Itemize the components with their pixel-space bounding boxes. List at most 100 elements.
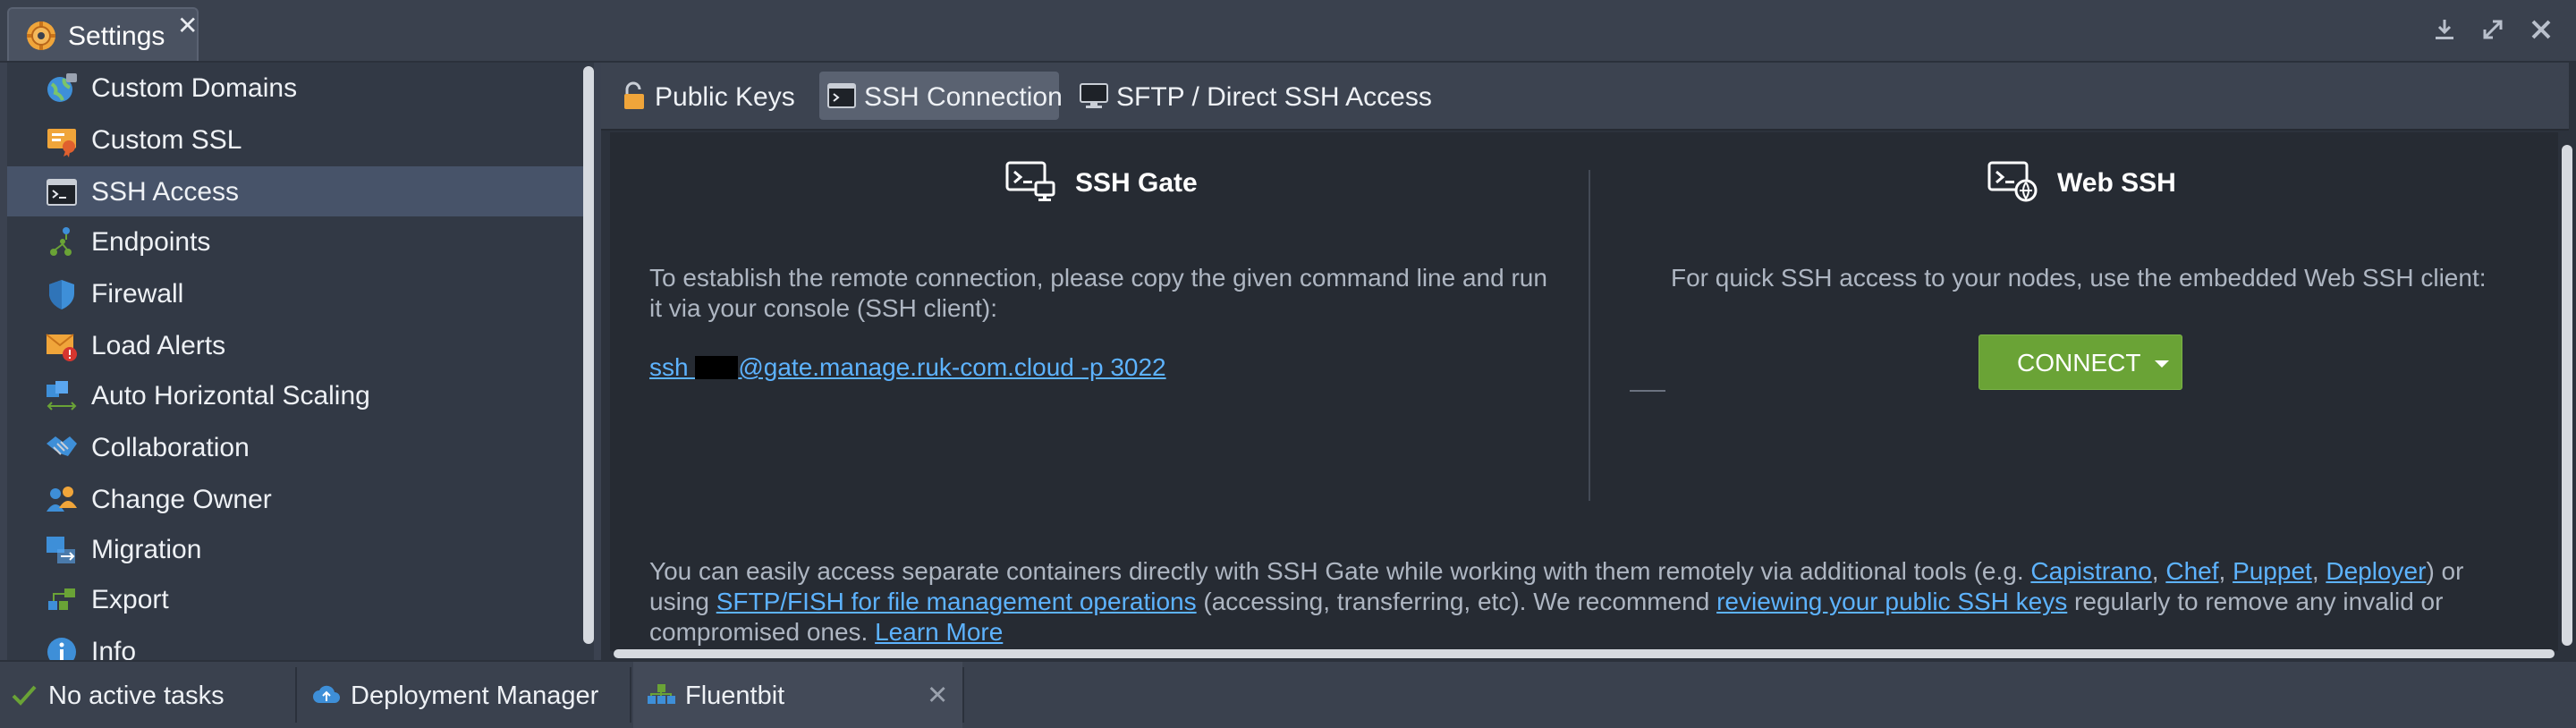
learn-more-link[interactable]: Learn More bbox=[875, 618, 1003, 646]
menu-item-custom-ssl[interactable]: Custom SSL bbox=[7, 114, 585, 165]
note-text: , bbox=[2151, 557, 2166, 585]
chevron-down-icon[interactable] bbox=[2155, 360, 2169, 368]
note-text: , bbox=[2311, 557, 2326, 585]
puppet-link[interactable]: Puppet bbox=[2233, 557, 2312, 585]
tab-label: Public Keys bbox=[655, 82, 795, 112]
capistrano-link[interactable]: Capistrano bbox=[2030, 557, 2151, 585]
menu-item-migration[interactable]: Migration bbox=[7, 524, 585, 574]
tab-ssh-connection[interactable]: SSH Connection bbox=[819, 72, 1063, 120]
terminal-icon bbox=[826, 80, 857, 111]
task-divider bbox=[630, 667, 631, 723]
menu-item-label: Change Owner bbox=[91, 485, 272, 514]
sftp-fish-link[interactable]: SFTP/FISH for file management operations bbox=[716, 588, 1197, 615]
ssh-gate-icon bbox=[1005, 159, 1055, 202]
connect-button-label: CONNECT bbox=[2017, 349, 2141, 377]
menu-item-label: Info bbox=[91, 637, 137, 660]
note-text: (accessing, transferring, etc). We recom… bbox=[1196, 588, 1717, 615]
task-divider bbox=[295, 667, 297, 723]
panel-horizontal-scrollbar[interactable] bbox=[614, 649, 2555, 658]
menu-item-info[interactable]: Info bbox=[7, 626, 585, 660]
alert-envelope-icon bbox=[45, 329, 79, 363]
connect-button[interactable]: CONNECT bbox=[1979, 334, 2182, 390]
note-text: You can easily access separate container… bbox=[649, 557, 2031, 585]
cloud-upload-icon bbox=[311, 680, 342, 710]
lock-icon bbox=[619, 80, 649, 111]
redacted-username bbox=[695, 356, 739, 379]
settings-window-tab[interactable]: Settings ✕ bbox=[7, 7, 199, 61]
environment-tab-label: Fluentbit bbox=[685, 681, 785, 710]
sidebar-scrollbar[interactable] bbox=[583, 66, 594, 644]
export-icon bbox=[45, 583, 79, 617]
tab-label: SFTP / Direct SSH Access bbox=[1116, 82, 1432, 112]
deployment-manager-button[interactable]: Deployment Manager bbox=[299, 662, 630, 728]
expand-icon[interactable] bbox=[2478, 14, 2508, 45]
close-icon[interactable]: ✕ bbox=[927, 680, 948, 711]
menu-item-label: Endpoints bbox=[91, 227, 211, 257]
web-ssh-description: For quick SSH access to your nodes, use … bbox=[1671, 264, 2487, 292]
menu-item-label: Export bbox=[91, 585, 169, 614]
menu-item-load-alerts[interactable]: Load Alerts bbox=[7, 320, 585, 370]
task-divider bbox=[962, 667, 964, 723]
close-window-icon[interactable] bbox=[2526, 14, 2556, 45]
ssh-gate-note: You can easily access separate container… bbox=[649, 556, 2519, 648]
download-icon[interactable] bbox=[2429, 14, 2460, 45]
menu-item-collaboration[interactable]: Collaboration bbox=[7, 422, 585, 472]
migration-icon bbox=[45, 533, 79, 567]
menu-item-label: Custom SSL bbox=[91, 125, 242, 155]
ssh-command-link[interactable]: ssh @gate.manage.ruk-com.cloud -p 3022 bbox=[649, 353, 1166, 381]
users-icon bbox=[45, 483, 79, 517]
deployer-link[interactable]: Deployer bbox=[2326, 557, 2426, 585]
task-bar: No active tasks Deployment Manager Fluen… bbox=[0, 660, 2576, 728]
chef-link[interactable]: Chef bbox=[2165, 557, 2218, 585]
checkmark-icon bbox=[9, 680, 39, 710]
window-title-bar: Settings ✕ bbox=[0, 0, 2576, 63]
tab-public-keys[interactable]: Public Keys bbox=[610, 72, 805, 120]
menu-item-label: Collaboration bbox=[91, 433, 250, 462]
shield-icon bbox=[45, 277, 79, 311]
handshake-icon bbox=[45, 431, 79, 465]
menu-item-custom-domains[interactable]: Custom Domains bbox=[7, 63, 585, 113]
tab-label: SSH Connection bbox=[864, 82, 1063, 112]
menu-item-ssh-access[interactable]: SSH Access bbox=[7, 166, 585, 216]
menu-item-firewall[interactable]: Firewall bbox=[7, 268, 585, 318]
deployment-manager-label: Deployment Manager bbox=[351, 681, 599, 710]
note-text: , bbox=[2218, 557, 2233, 585]
panel-vertical-scrollbar[interactable] bbox=[2562, 145, 2572, 646]
tab-sftp-direct-ssh-access[interactable]: SFTP / Direct SSH Access bbox=[1072, 72, 1447, 120]
settings-tab-title: Settings bbox=[68, 21, 165, 51]
section-divider bbox=[1589, 170, 1590, 501]
menu-item-label: Migration bbox=[91, 535, 202, 564]
ssh-command-host: @gate.manage.ruk-com.cloud -p 3022 bbox=[738, 353, 1166, 381]
menu-item-label: Firewall bbox=[91, 279, 184, 309]
globe-icon bbox=[45, 72, 79, 106]
menu-item-label: SSH Access bbox=[91, 177, 240, 207]
terminal-icon bbox=[45, 175, 79, 209]
ssh-command-prefix: ssh bbox=[649, 353, 696, 381]
review-ssh-keys-link[interactable]: reviewing your public SSH keys bbox=[1716, 588, 2067, 615]
ssh-gate-title: SSH Gate bbox=[1075, 168, 1198, 198]
menu-item-export[interactable]: Export bbox=[7, 574, 585, 624]
scaling-icon bbox=[45, 379, 79, 413]
menu-item-endpoints[interactable]: Endpoints bbox=[7, 216, 585, 267]
settings-gear-icon bbox=[25, 20, 57, 52]
menu-item-change-owner[interactable]: Change Owner bbox=[7, 474, 585, 524]
menu-item-label: Load Alerts bbox=[91, 331, 226, 360]
task-status-label: No active tasks bbox=[48, 681, 225, 710]
environment-icon bbox=[646, 680, 676, 710]
node-selector-line bbox=[1630, 390, 1665, 392]
menu-item-auto-horizontal-scaling[interactable]: Auto Horizontal Scaling bbox=[7, 370, 585, 420]
close-icon[interactable]: ✕ bbox=[177, 11, 198, 40]
environment-tab-fluentbit[interactable]: Fluentbit ✕ bbox=[633, 662, 962, 728]
tab-bar: Public Keys SSH Connection SFTP / Direct… bbox=[601, 63, 2569, 131]
settings-menu: Custom Domains Custom SSL SSH Access End… bbox=[7, 63, 594, 660]
ssh-access-panel: Public Keys SSH Connection SFTP / Direct… bbox=[601, 63, 2576, 660]
menu-item-label: Auto Horizontal Scaling bbox=[91, 381, 370, 411]
certificate-icon bbox=[45, 123, 79, 157]
info-icon bbox=[45, 635, 79, 660]
monitor-icon bbox=[1079, 80, 1109, 111]
web-ssh-icon bbox=[1987, 159, 2038, 202]
endpoints-icon bbox=[45, 225, 79, 259]
ssh-command[interactable]: ssh @gate.manage.ruk-com.cloud -p 3022 bbox=[649, 352, 1166, 383]
task-status[interactable]: No active tasks bbox=[0, 662, 293, 728]
ssh-gate-description: To establish the remote connection, plea… bbox=[649, 264, 1547, 322]
